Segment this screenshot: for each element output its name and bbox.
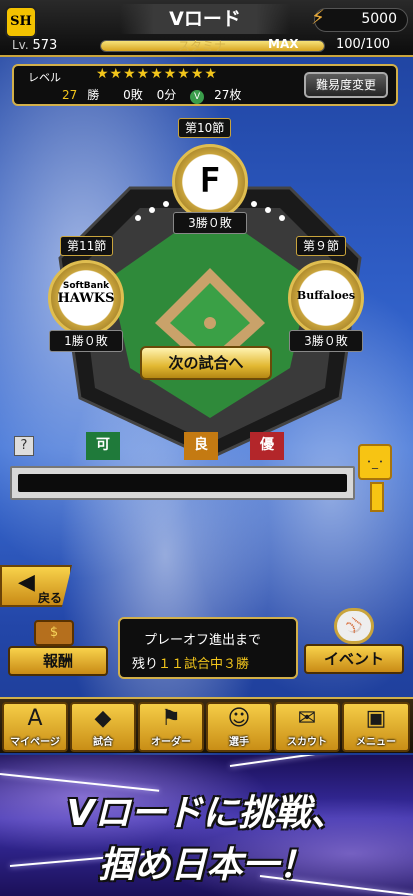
nav-mypage[interactable]: A マイページ [2,702,68,752]
stadium-icon: ◆ [94,706,112,731]
scout-icon: ✉ [297,706,317,731]
flag-excellent: 優 [250,432,284,460]
help-icon[interactable]: ? [14,436,34,456]
nav-scout[interactable]: ✉ スカウト [274,702,340,752]
player-level: Lv. 573 [12,38,57,53]
progress-fill [18,474,347,492]
buffaloes-record: 3勝０敗 [289,330,363,352]
nav-game[interactable]: ◆ 試合 [70,702,136,752]
nav-label: 選手 [229,737,249,748]
coin-icon: ⚡ [311,5,326,29]
order-icon: ⚑ [161,706,181,731]
fighters-logo-icon: F [199,161,221,201]
change-difficulty-button[interactable]: 難易度変更 [304,72,388,98]
round-label-left: 第11節 [60,236,114,256]
flag-pass: 可 [86,432,120,460]
difficulty-stars: ★★★★★★★★★ [96,66,218,82]
mascot-icon: ･_･ [358,444,392,480]
current-opponent-record: 3勝０敗 [173,212,247,234]
coin-value: 5000 [361,11,397,27]
stamina-label: スタミナ [178,39,227,53]
level-value: 573 [32,38,58,53]
reward-label: 報酬 [8,646,108,676]
hawks-logo-line1: SoftBank [62,281,110,291]
buffaloes-opponent-badge[interactable]: Buffaloes [288,260,364,336]
mypage-icon: A [27,706,43,731]
back-arrow-icon: ◀ [18,570,35,595]
stamina-value: 100/100 [336,37,391,52]
draws-count: 0分 [156,88,177,102]
menu-icon: ▣ [365,706,387,731]
next-game-button[interactable]: 次の試合へ [140,346,272,380]
nav-players[interactable]: ☺ 選手 [206,702,272,752]
current-opponent-badge[interactable]: F [172,144,248,220]
hawks-opponent-badge[interactable]: SoftBank HAWKS [48,260,124,336]
back-button[interactable]: 戻る [0,565,72,607]
mascot-body [370,482,384,512]
baseball-icon: ⚾ [334,608,374,644]
level-panel: レベル ★★★★★★★★★ 27 勝 0敗 0分 V 27枚 難易度変更 [12,64,398,106]
event-button[interactable]: ⚾ イベント [304,608,404,678]
nav-label: オーダー [151,737,191,748]
nav-label: 試合 [93,737,113,748]
nav-menu[interactable]: ▣ メニュー [342,702,410,752]
page-title: Vロード [120,4,290,34]
progress-bar [10,466,355,500]
flag-good: 良 [184,432,218,460]
round-label-current: 第10節 [178,118,232,138]
playoff-line2-prefix: 残り [132,657,159,672]
nav-order[interactable]: ⚑ オーダー [138,702,204,752]
playoff-line2: 残り１１試合中３勝 [132,653,249,672]
playoff-line1: プレーオフ進出まで [144,633,262,648]
top-bar: SH Vロード ⚡ 5000 Lv. 573 スタミナ MAX 100/100 [0,0,413,57]
nav-label: マイページ [10,737,60,748]
level-prefix: Lv. [12,38,29,52]
buffaloes-logo-text: Buffaloes [296,289,356,302]
banner-headline-1: Vロードに挑戦、 [66,793,347,834]
lightning-bolt [229,755,413,767]
coin-counter[interactable]: ⚡ 5000 [311,5,408,32]
banner-headline-2: 掴め日本一！ [98,845,315,886]
stamina-max: MAX [268,37,299,51]
level-panel-label: レベル [28,71,61,84]
wins-count: 27 [62,88,78,102]
player-icon: ☺ [227,706,251,731]
round-label-right: 第９節 [296,236,347,256]
treasure-chest-icon: $ [34,620,74,646]
hawks-record: 1勝０敗 [49,330,123,352]
team-logo[interactable]: SH [5,6,37,38]
playoff-line2-value: １１試合中３勝 [158,657,250,672]
season-record: 27 勝 0敗 0分 V 27枚 [62,86,251,104]
nav-label: スカウト [287,737,327,748]
nav-label: メニュー [356,737,396,748]
playoff-status-panel: プレーオフ進出まで 残り１１試合中３勝 [118,617,298,679]
v-ticket-icon: V [190,90,205,104]
stadium-map: 第10節 F 3勝０敗 第11節 SoftBank HAWKS 1勝０敗 第９節… [40,118,380,460]
bottom-navigation: A マイページ ◆ 試合 ⚑ オーダー ☺ 選手 ✉ スカウト ▣ メニュー [0,697,413,753]
wins-suffix: 勝 [87,88,100,102]
hawks-logo-line2: HAWKS [57,291,115,306]
ticket-count: 27枚 [214,88,242,102]
event-label: イベント [304,644,404,674]
reward-button[interactable]: $ 報酬 [8,620,108,678]
losses-count: 0敗 [123,88,143,102]
